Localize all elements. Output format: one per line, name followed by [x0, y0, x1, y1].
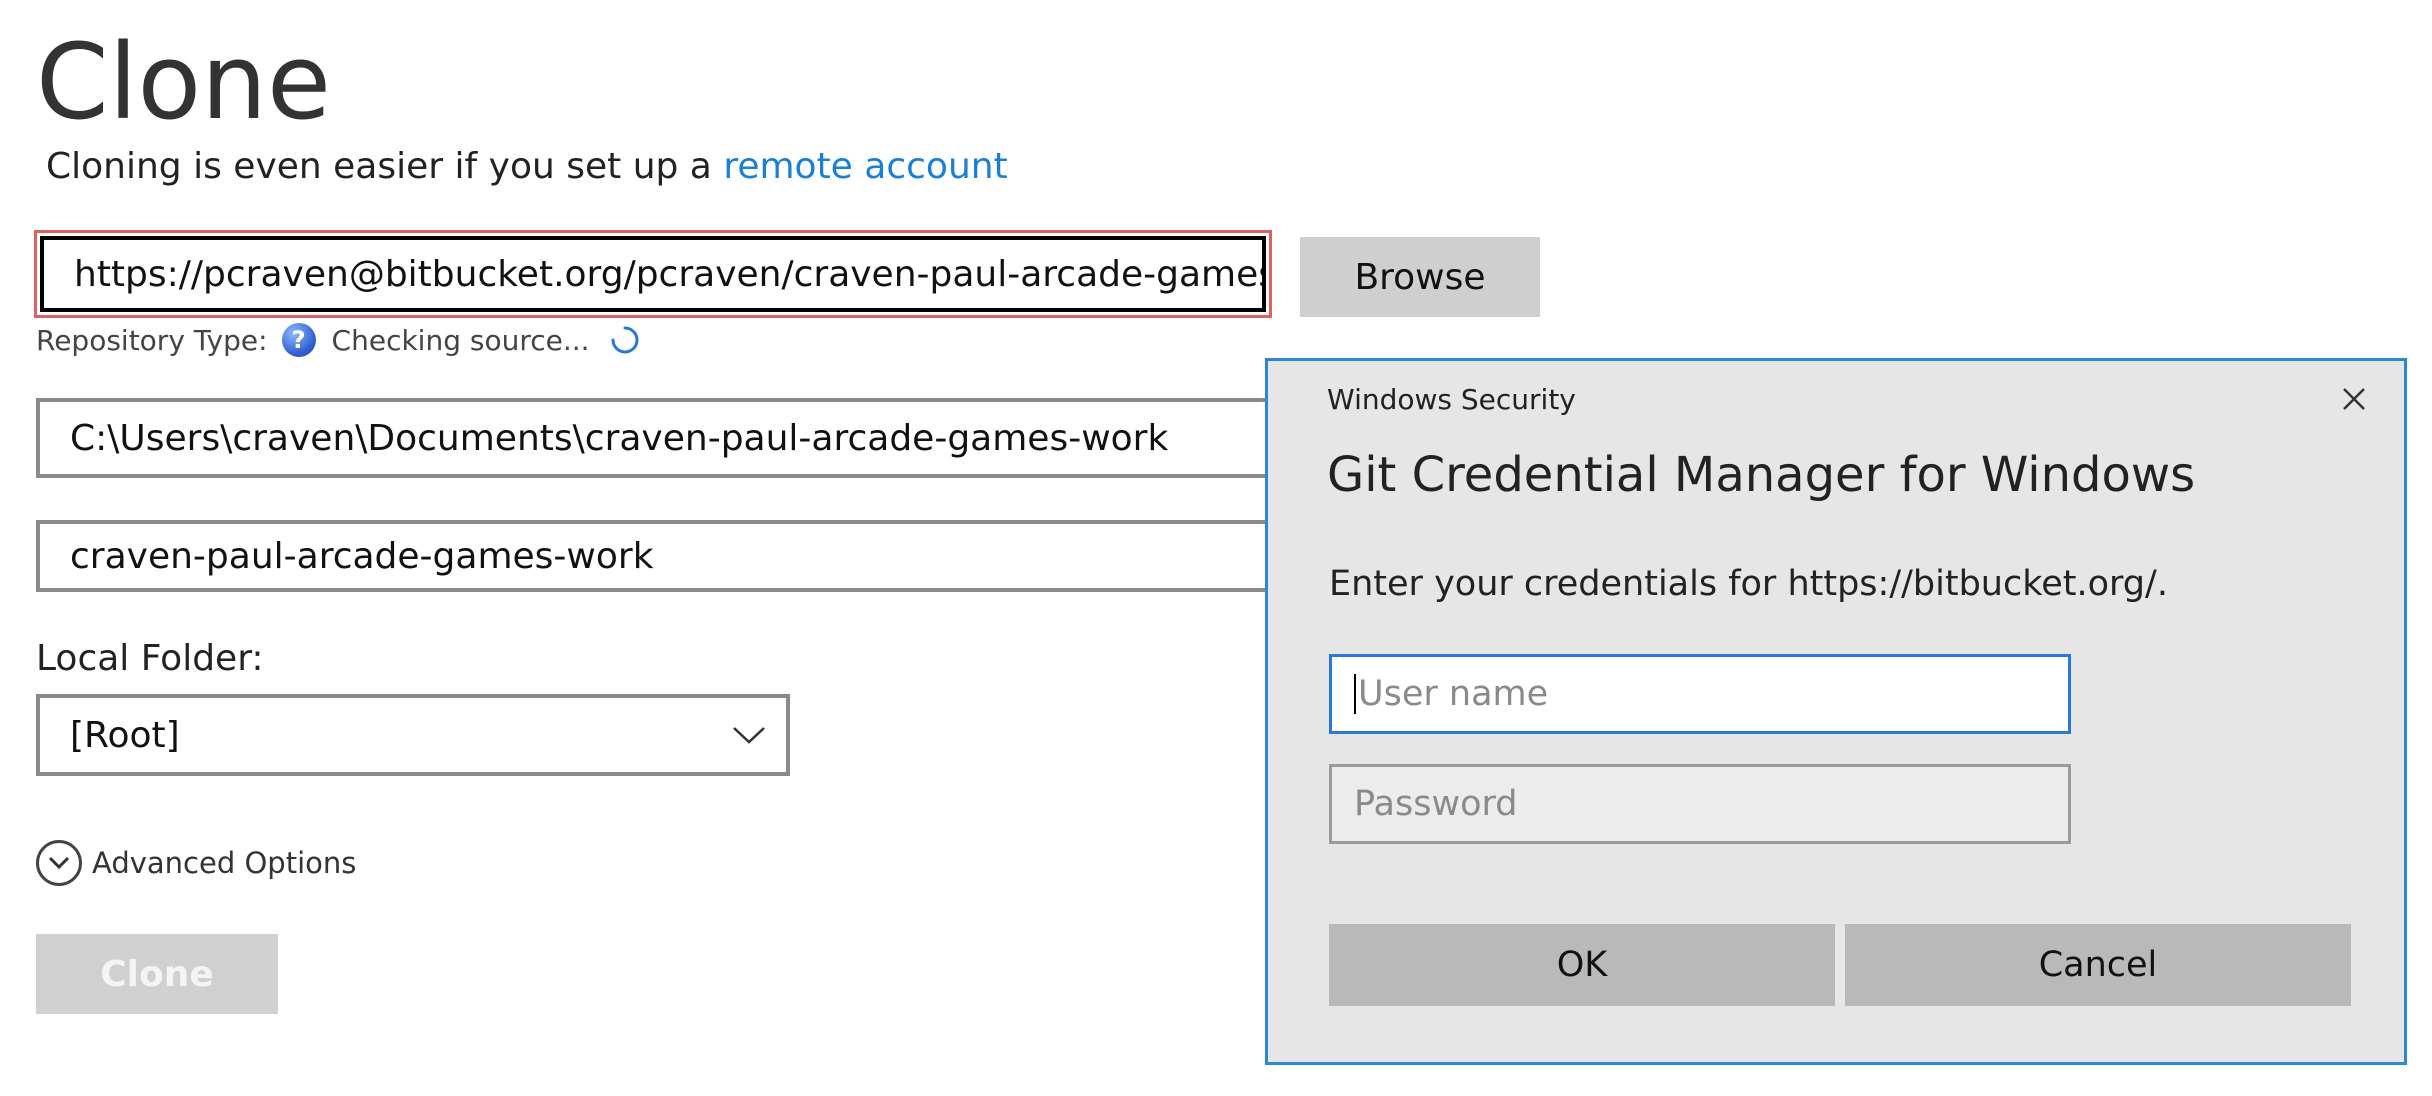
- repository-type-row: Repository Type: ? Checking source...: [36, 320, 640, 360]
- cancel-button[interactable]: Cancel: [1845, 924, 2351, 1006]
- page-title: Clone: [36, 21, 332, 143]
- loading-spinner-icon: [611, 326, 639, 354]
- advanced-options-label: Advanced Options: [92, 846, 357, 880]
- local-folder-label: Local Folder:: [36, 638, 264, 679]
- credential-dialog: Windows Security Git Credential Manager …: [1265, 358, 2407, 1065]
- browse-button[interactable]: Browse: [1300, 237, 1540, 317]
- subtitle-text: Cloning is even easier if you set up a: [46, 146, 724, 187]
- text-caret: [1354, 674, 1356, 714]
- dialog-caption: Windows Security: [1327, 383, 1576, 416]
- chevron-down-icon: [733, 727, 765, 744]
- username-input[interactable]: User name: [1329, 654, 2071, 734]
- remote-account-link[interactable]: remote account: [723, 146, 1007, 187]
- question-circle-icon[interactable]: ?: [281, 323, 316, 357]
- repository-status: Checking source...: [331, 323, 590, 357]
- dialog-message: Enter your credentials for https://bitbu…: [1329, 564, 2168, 604]
- close-icon[interactable]: [2334, 379, 2374, 419]
- local-folder-value: [Root]: [70, 714, 180, 756]
- subtitle: Cloning is even easier if you set up a r…: [46, 146, 1008, 187]
- chevron-circle-down-icon: [36, 840, 82, 886]
- password-input[interactable]: Password: [1329, 764, 2071, 844]
- username-placeholder: User name: [1358, 674, 1549, 714]
- password-placeholder: Password: [1354, 784, 1518, 824]
- ok-button[interactable]: OK: [1329, 924, 1835, 1006]
- local-folder-select[interactable]: [Root]: [36, 694, 790, 776]
- source-url-input[interactable]: https://pcraven@bitbucket.org/pcraven/cr…: [40, 236, 1266, 312]
- repository-name-input[interactable]: craven-paul-arcade-games-work: [36, 520, 1276, 592]
- source-url-field-wrapper: https://pcraven@bitbucket.org/pcraven/cr…: [34, 230, 1272, 318]
- advanced-options-toggle[interactable]: Advanced Options: [36, 840, 356, 886]
- clone-button: Clone: [36, 934, 278, 1014]
- repository-type-label: Repository Type:: [36, 323, 268, 357]
- dialog-heading: Git Credential Manager for Windows: [1327, 447, 2196, 503]
- destination-path-input[interactable]: C:\Users\craven\Documents\craven-paul-ar…: [36, 398, 1276, 478]
